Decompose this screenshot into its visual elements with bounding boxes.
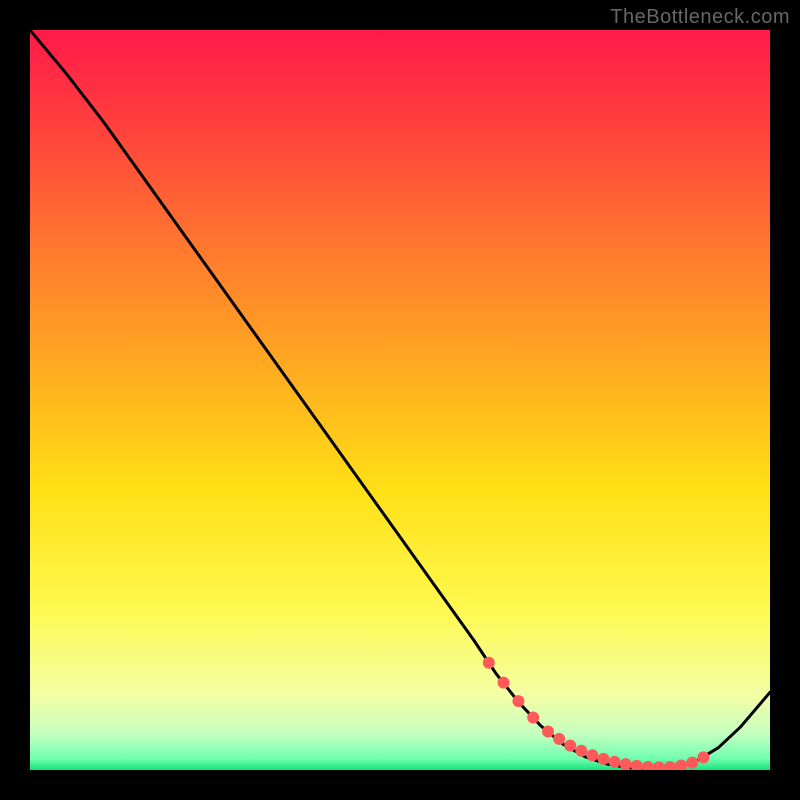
fit-marker [598, 753, 610, 765]
fit-marker [686, 757, 698, 769]
fit-marker [586, 749, 598, 761]
plot-area [30, 30, 770, 770]
fit-marker [575, 745, 587, 757]
fit-marker [564, 740, 576, 752]
fit-marker [697, 751, 709, 763]
fit-marker [498, 677, 510, 689]
fit-marker [512, 695, 524, 707]
watermark-text: TheBottleneck.com [610, 6, 790, 29]
chart-svg [30, 30, 770, 770]
fit-marker [483, 657, 495, 669]
fit-marker [609, 756, 621, 768]
fit-marker [553, 733, 565, 745]
gradient-background [30, 30, 770, 770]
fit-marker [527, 711, 539, 723]
fit-marker [542, 726, 554, 738]
fit-marker [620, 758, 632, 770]
chart-container: TheBottleneck.com [0, 0, 800, 800]
